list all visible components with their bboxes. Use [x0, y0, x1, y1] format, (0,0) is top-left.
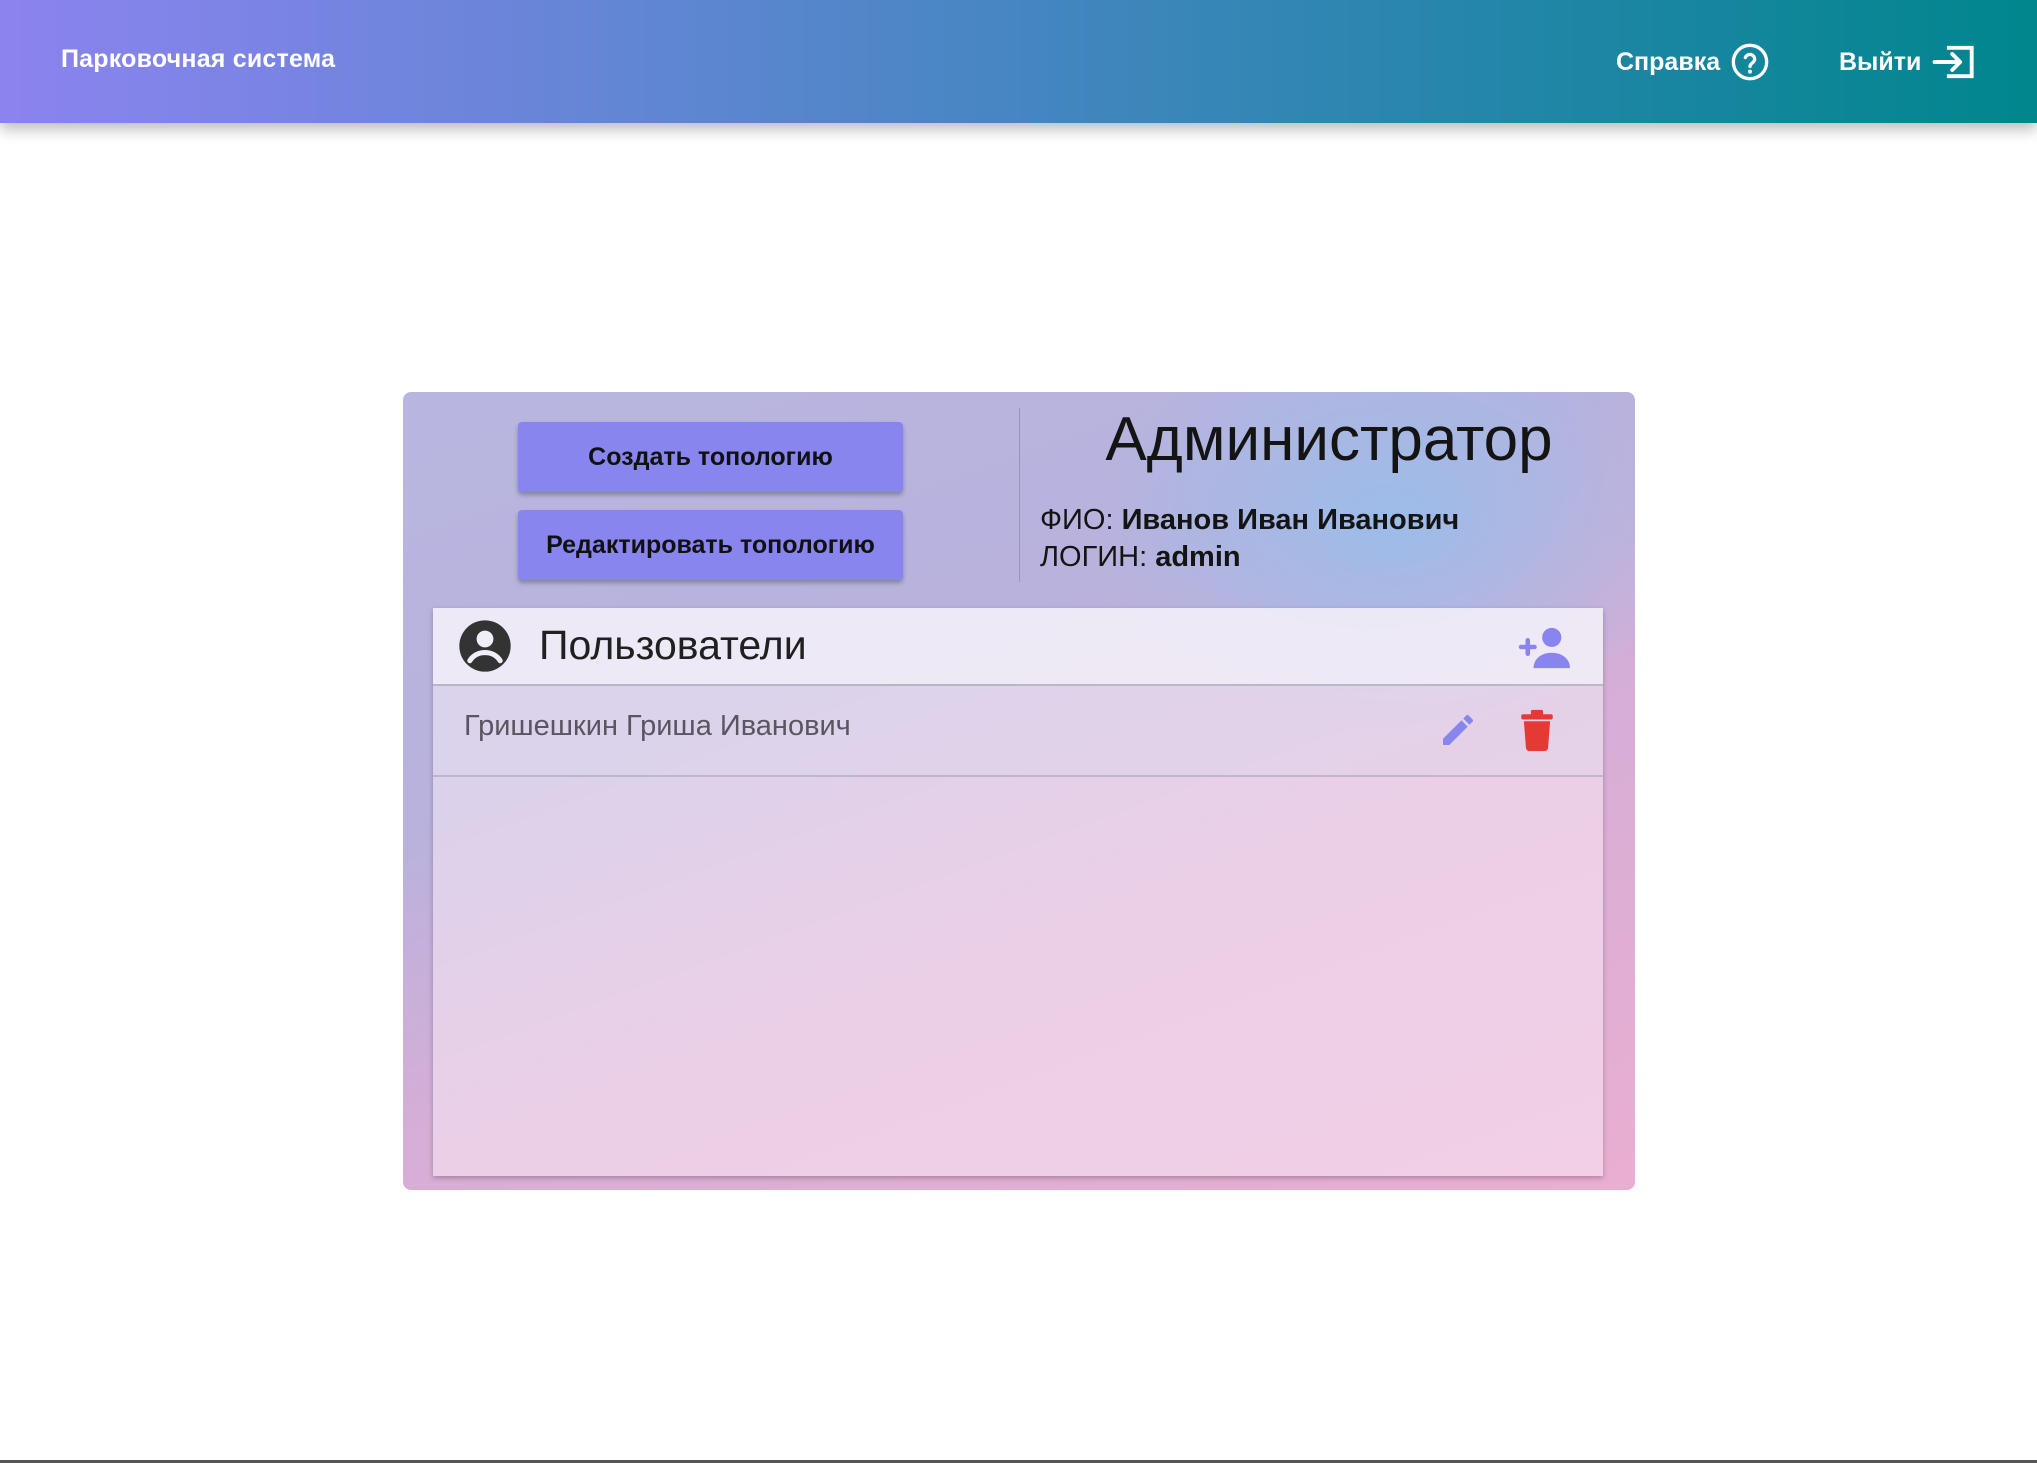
app-title: Парковочная система — [61, 45, 336, 73]
person-add-icon[interactable] — [1517, 624, 1575, 675]
fio-line: ФИО: Иванов Иван Иванович — [1040, 504, 1459, 537]
logout-label: Выйти — [1839, 47, 1922, 76]
role-title: Администратор — [1105, 405, 1553, 474]
login-value: admin — [1155, 541, 1241, 573]
login-label: ЛОГИН: — [1040, 541, 1148, 573]
create-topology-button[interactable]: Создать топологию — [518, 422, 903, 492]
edit-topology-button[interactable]: Редактировать топологию — [518, 510, 903, 580]
fio-value: Иванов Иван Иванович — [1121, 504, 1460, 536]
users-panel: Пользователи Гришешкин Гриша Иванович — [433, 608, 1603, 1176]
help-label: Справка — [1616, 47, 1721, 76]
help-button[interactable]: Справка — [1616, 40, 1770, 84]
list-item: Гришешкин Гриша Иванович — [433, 686, 1603, 777]
users-panel-title: Пользователи — [539, 622, 807, 668]
vertical-divider — [1019, 408, 1020, 582]
fio-label: ФИО: — [1040, 504, 1114, 536]
account-circle-icon — [457, 618, 513, 679]
admin-card: Создать топологию Редактировать топологи… — [403, 392, 1635, 1190]
login-line: ЛОГИН: admin — [1040, 541, 1241, 574]
logout-icon — [1932, 45, 1975, 79]
help-circle-icon — [1731, 43, 1769, 81]
users-panel-header: Пользователи — [433, 608, 1603, 686]
user-name: Гришешкин Гриша Иванович — [464, 710, 851, 742]
app-header: Парковочная система Справка Выйти — [0, 0, 2037, 123]
trash-icon[interactable] — [1519, 709, 1555, 756]
pencil-icon[interactable] — [1438, 710, 1478, 755]
logout-button[interactable]: Выйти — [1839, 40, 1977, 84]
